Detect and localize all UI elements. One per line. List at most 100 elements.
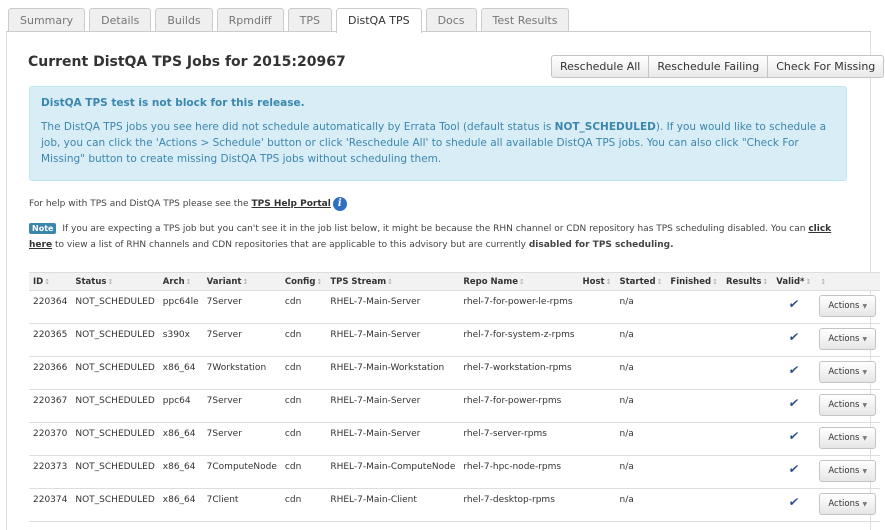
valid-check-icon: ✔ — [787, 495, 801, 509]
table-header-row: ID↕ Status↕ Arch↕ Variant↕ Config↕ TPS Stream… — [29, 272, 881, 291]
cell-actions: Actions ▼ — [815, 422, 881, 456]
column-header-valid[interactable]: Valid*↕ — [772, 272, 816, 291]
valid-check-icon: ✔ — [787, 462, 801, 476]
actions-label: Actions — [828, 466, 860, 476]
tab-details[interactable]: Details — [89, 8, 152, 32]
tab-tps[interactable]: TPS — [287, 8, 332, 32]
actions-dropdown-button[interactable]: Actions ▼ — [819, 493, 877, 515]
column-header-variant[interactable]: Variant↕ — [202, 272, 281, 291]
actions-dropdown-button[interactable]: Actions ▼ — [819, 460, 877, 482]
cell-stream: RHEL-7-Main-Server — [326, 422, 460, 456]
column-header-label: Config — [284, 276, 316, 287]
cell-valid: ✔ — [772, 323, 816, 357]
cell-arch: x86_64 — [158, 356, 203, 390]
cell-stream: RHEL-7-Main-Server — [326, 389, 460, 423]
cell-actions: Actions ▼ — [815, 488, 881, 522]
cell-repo: rhel-7-for-power-rpms — [459, 389, 579, 423]
cell-finished — [666, 389, 722, 423]
column-header-label: Variant — [206, 276, 242, 287]
actions-dropdown-button[interactable]: Actions ▼ — [819, 328, 877, 350]
table-row: 220364 NOT_SCHEDULED ppc64le 7Server cdn RHEL… — [29, 290, 881, 324]
cell-results — [721, 455, 773, 489]
column-header-finished[interactable]: Finished↕ — [666, 272, 722, 291]
cell-valid: ✔ — [772, 455, 816, 489]
actions-label: Actions — [828, 499, 860, 509]
cell-variant: 7ComputeNode — [202, 455, 281, 489]
info-icon[interactable]: i — [332, 197, 347, 211]
cell-config: cdn — [280, 422, 327, 456]
cell-arch: s390x — [158, 323, 203, 357]
actions-label: Actions — [828, 400, 860, 410]
check-for-missing-button[interactable]: Check For Missing — [768, 55, 885, 78]
actions-dropdown-button[interactable]: Actions ▼ — [819, 361, 877, 383]
sort-icon: ↕ — [519, 277, 525, 286]
cell-actions: Actions ▼ — [815, 356, 881, 390]
column-header-status[interactable]: Status↕ — [71, 272, 159, 291]
cell-id: 220365 — [29, 323, 72, 357]
tab-divider — [6, 31, 871, 32]
reschedule-failing-button[interactable]: Reschedule Failing — [649, 55, 769, 78]
tab-test-results[interactable]: Test Results — [480, 8, 570, 32]
column-header-arch[interactable]: Arch↕ — [158, 272, 203, 291]
column-header-repo-name[interactable]: Repo Name↕ — [459, 272, 579, 291]
column-header-host[interactable]: Host↕ — [578, 272, 616, 291]
cell-arch: ppc64le — [158, 290, 203, 324]
cell-repo: rhel-7-workstation-rpms — [459, 356, 579, 390]
sort-icon: ↕ — [762, 277, 769, 286]
column-header-config[interactable]: Config↕ — [280, 272, 327, 291]
cell-config: cdn — [280, 455, 327, 489]
table-body: 220364 NOT_SCHEDULED ppc64le 7Server cdn RHEL… — [29, 290, 881, 522]
tab-docs[interactable]: Docs — [425, 8, 477, 32]
cell-finished — [666, 323, 722, 357]
column-header-id[interactable]: ID↕ — [29, 272, 72, 291]
sort-icon: ↕ — [107, 277, 114, 286]
tab-summary[interactable]: Summary — [8, 8, 86, 32]
tab-rpmdiff[interactable]: Rpmdiff — [216, 8, 284, 32]
cell-valid: ✔ — [772, 488, 816, 522]
cell-valid: ✔ — [772, 422, 816, 456]
cell-started: n/a — [615, 422, 667, 456]
cell-valid: ✔ — [772, 356, 816, 390]
table-row: 220366 NOT_SCHEDULED x86_64 7Workstation cdn… — [29, 356, 881, 390]
cell-valid: ✔ — [772, 389, 816, 423]
tab-distqa-tps[interactable]: DistQA TPS — [335, 8, 422, 33]
cell-finished — [666, 290, 722, 324]
cell-started: n/a — [615, 389, 667, 423]
cell-variant: 7Server — [202, 422, 281, 456]
cell-status: NOT_SCHEDULED — [71, 488, 159, 522]
reschedule-all-button[interactable]: Reschedule All — [551, 55, 650, 78]
actions-dropdown-button[interactable]: Actions ▼ — [819, 427, 877, 449]
actions-dropdown-button[interactable]: Actions ▼ — [819, 394, 877, 416]
valid-check-icon: ✔ — [787, 330, 801, 344]
cell-started: n/a — [615, 488, 667, 522]
cell-results — [721, 488, 773, 522]
actions-label: Actions — [828, 334, 860, 344]
cell-variant: 7Workstation — [202, 356, 281, 390]
alert-body-status: NOT_SCHEDULED — [554, 121, 656, 133]
cell-stream: RHEL-7-Main-Client — [326, 488, 460, 522]
column-header-tps-stream[interactable]: TPS Stream↕ — [326, 272, 460, 291]
tab-bar: Summary Details Builds Rpmdiff TPS DistQA TPS… — [8, 8, 570, 33]
column-header-label: Results — [725, 276, 762, 287]
caret-down-icon: ▼ — [862, 501, 868, 508]
cell-id: 220366 — [29, 356, 72, 390]
cell-status: NOT_SCHEDULED — [71, 455, 159, 489]
sort-icon: ↕ — [242, 277, 249, 286]
column-header-label: Finished — [670, 276, 712, 287]
valid-check-icon: ✔ — [787, 396, 801, 410]
column-header-label: TPS Stream — [330, 276, 387, 287]
cell-config: cdn — [280, 356, 327, 390]
cell-repo: rhel-7-desktop-rpms — [459, 488, 579, 522]
column-header-actions[interactable]: ↕ — [815, 272, 881, 291]
tab-builds[interactable]: Builds — [155, 8, 213, 32]
help-text: For help with TPS and DistQA TPS please … — [29, 199, 249, 209]
column-header-started[interactable]: Started↕ — [615, 272, 667, 291]
sort-icon: ↕ — [805, 277, 812, 286]
column-header-results[interactable]: Results↕ — [721, 272, 773, 291]
alert-heading: DistQA TPS test is not block for this re… — [41, 97, 305, 109]
sort-icon: ↕ — [712, 277, 718, 286]
actions-dropdown-button[interactable]: Actions ▼ — [819, 295, 877, 317]
cell-results — [721, 422, 773, 456]
note-text-1: If you are expecting a TPS job but you c… — [62, 224, 806, 234]
tps-help-portal-link[interactable]: TPS Help Portal — [251, 199, 330, 209]
